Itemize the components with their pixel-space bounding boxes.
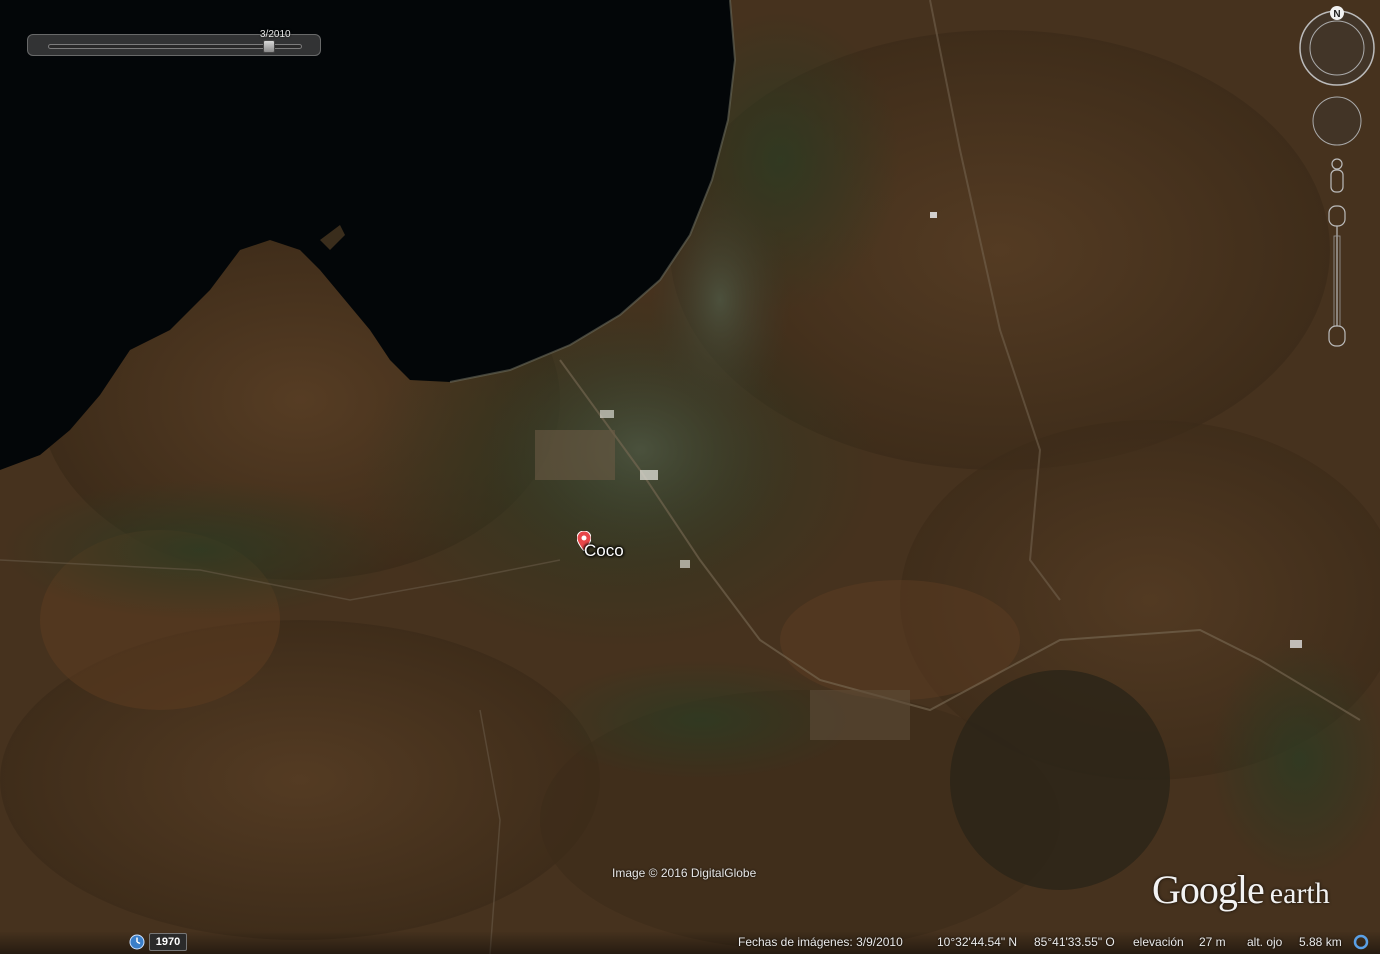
map-view[interactable]: 3/2010 N Coco Image © 2016 DigitalGlobe … [0, 0, 1380, 954]
pegman-icon[interactable] [1330, 158, 1344, 193]
time-slider-thumb[interactable] [262, 40, 275, 53]
navigation-controls[interactable]: N [1298, 6, 1376, 356]
imagery-copyright: Image © 2016 DigitalGlobe [612, 866, 757, 880]
status-bar: 1970 Fechas de imágenes: 3/9/2010 10°32'… [0, 931, 1380, 954]
compass-north-label: N [1333, 9, 1340, 20]
historical-imagery-icon[interactable] [129, 934, 145, 950]
elevation-label: elevación [1133, 935, 1184, 949]
latitude-readout: 10°32'44.54" N [937, 935, 1018, 949]
compass-ring-icon[interactable]: N [1299, 6, 1375, 86]
logo-earth-text: earth [1269, 877, 1330, 910]
streaming-indicator-icon [1353, 934, 1369, 950]
historical-year-badge[interactable]: 1970 [149, 933, 187, 951]
google-earth-logo: Google earth [1152, 866, 1330, 913]
zoom-slider-icon[interactable] [1328, 205, 1346, 347]
eye-altitude-label: alt. ojo [1247, 935, 1283, 949]
longitude-readout: 85°41'33.55" O [1034, 935, 1115, 949]
logo-google-text: Google [1152, 867, 1265, 912]
time-slider-date: 3/2010 [260, 29, 291, 40]
look-joystick-icon[interactable] [1312, 96, 1362, 146]
elevation-value: 27 m [1199, 935, 1226, 949]
satellite-imagery [0, 0, 1380, 954]
eye-altitude-value: 5.88 km [1299, 935, 1342, 949]
time-slider[interactable]: 3/2010 [27, 29, 321, 56]
placemark-label[interactable]: Coco [584, 541, 624, 561]
imagery-date: Fechas de imágenes: 3/9/2010 [738, 935, 903, 949]
